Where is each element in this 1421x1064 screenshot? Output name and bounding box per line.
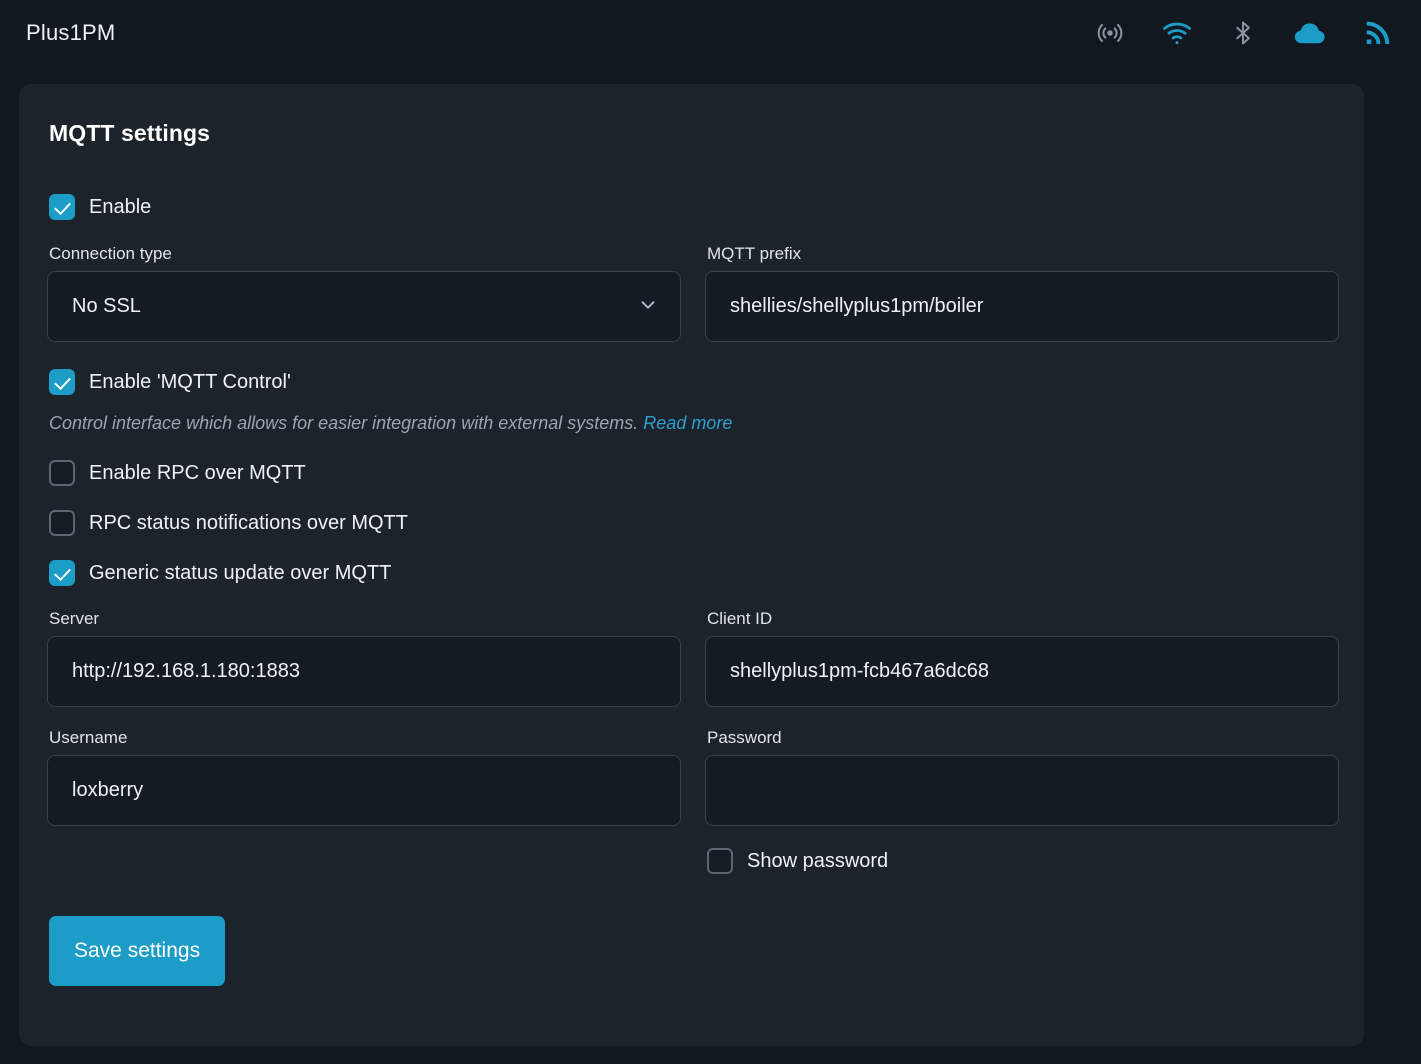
generic-status-update-checkbox-row[interactable]: Generic status update over MQTT [49,560,1336,586]
panel-title: MQTT settings [49,120,1336,147]
mqtt-control-help-text: Control interface which allows for easie… [49,413,1336,435]
client-id-field: Client ID shellyplus1pm-fcb467a6dc68 [705,610,1339,707]
rpc-status-notifications-checkbox-label: RPC status notifications over MQTT [89,513,408,533]
bluetooth-icon[interactable] [1229,18,1257,48]
server-field: Server http://192.168.1.180:1883 [47,610,681,707]
generic-status-update-checkbox[interactable] [49,560,75,586]
show-password-checkbox-label: Show password [747,851,888,871]
server-input[interactable]: http://192.168.1.180:1883 [47,636,681,707]
password-field: Password Show password [705,729,1339,874]
save-settings-button[interactable]: Save settings [49,916,225,986]
rpc-status-notifications-checkbox[interactable] [49,510,75,536]
mqtt-control-help-sentence: Control interface which allows for easie… [49,413,638,433]
wifi-icon[interactable] [1161,17,1193,49]
connection-type-label: Connection type [49,245,681,262]
password-label: Password [707,729,1339,746]
username-label: Username [49,729,681,746]
mqtt-control-checkbox[interactable] [49,369,75,395]
mqtt-prefix-field: MQTT prefix shellies/shellyplus1pm/boile… [705,245,1339,342]
show-password-checkbox[interactable] [707,848,733,874]
mqtt-prefix-input[interactable]: shellies/shellyplus1pm/boiler [705,271,1339,342]
enable-checkbox[interactable] [49,194,75,220]
mqtt-control-checkbox-label: Enable 'MQTT Control' [89,372,291,392]
mqtt-settings-panel: MQTT settings Enable Connection type No … [19,84,1364,1046]
enable-checkbox-row[interactable]: Enable [49,194,1336,220]
mqtt-control-checkbox-row[interactable]: Enable 'MQTT Control' [49,369,1336,395]
connection-type-value[interactable]: No SSL [47,271,681,342]
server-label: Server [49,610,681,627]
username-field: Username loxberry [47,729,681,874]
rpc-over-mqtt-checkbox[interactable] [49,460,75,486]
rpc-over-mqtt-checkbox-label: Enable RPC over MQTT [89,463,306,483]
client-id-input[interactable]: shellyplus1pm-fcb467a6dc68 [705,636,1339,707]
app-header: Plus1PM [0,0,1421,66]
status-icon-tray [1095,17,1393,49]
read-more-link[interactable]: Read more [643,413,732,433]
connection-type-select[interactable]: No SSL [47,271,681,342]
enable-checkbox-label: Enable [89,197,151,217]
client-id-label: Client ID [707,610,1339,627]
username-input[interactable]: loxberry [47,755,681,826]
mqtt-prefix-label: MQTT prefix [707,245,1339,262]
generic-status-update-checkbox-label: Generic status update over MQTT [89,563,391,583]
broadcast-icon[interactable] [1095,18,1125,48]
password-input[interactable] [705,755,1339,826]
cloud-icon[interactable] [1293,18,1327,48]
rpc-status-notifications-checkbox-row[interactable]: RPC status notifications over MQTT [49,510,1336,536]
mqtt-signal-icon[interactable] [1363,18,1393,48]
show-password-checkbox-row[interactable]: Show password [707,848,1339,874]
connection-type-field: Connection type No SSL [47,245,681,342]
rpc-over-mqtt-checkbox-row[interactable]: Enable RPC over MQTT [49,460,1336,486]
page-title: Plus1PM [26,22,115,44]
